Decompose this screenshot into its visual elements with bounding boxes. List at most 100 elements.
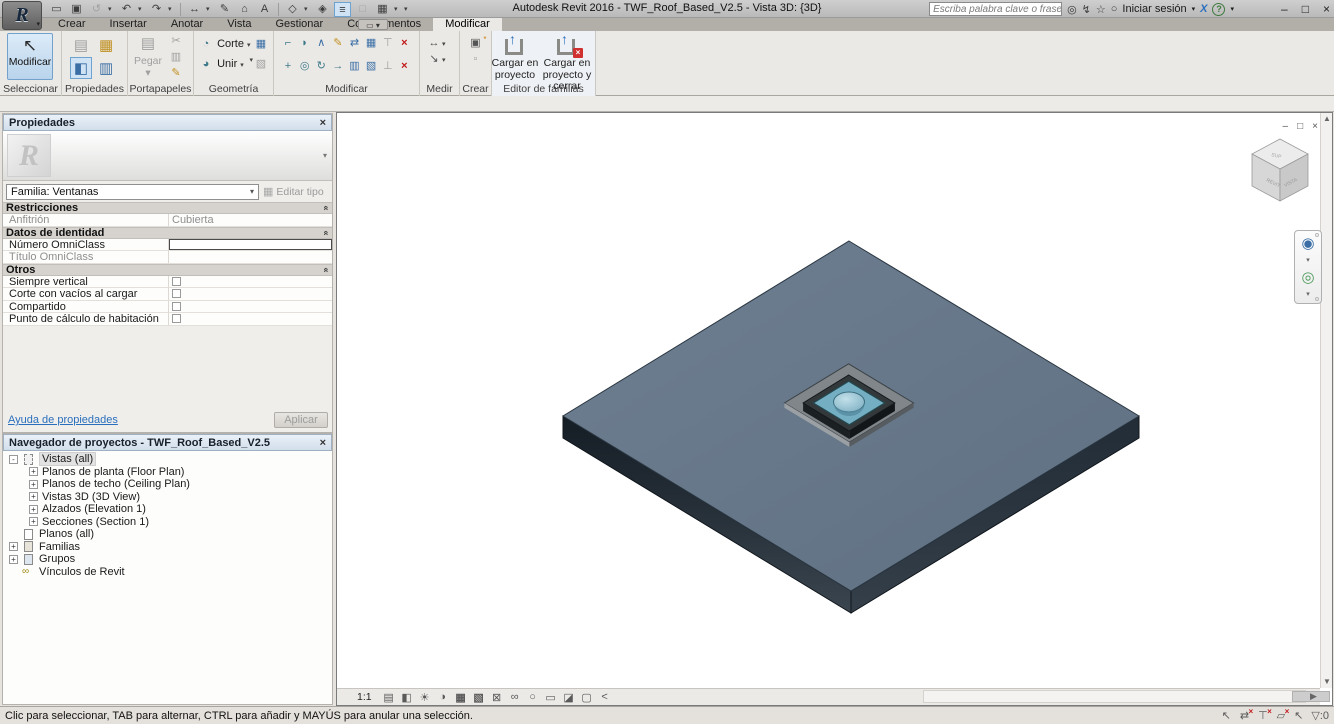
copy-element-icon[interactable]: ◎ bbox=[297, 58, 313, 74]
delete-icon[interactable]: × bbox=[396, 58, 412, 74]
compartido-checkbox[interactable] bbox=[172, 302, 181, 311]
tree-item-vistas[interactable]: - Vistas (all) bbox=[3, 453, 332, 466]
measure-along-icon[interactable]: ↘ bbox=[426, 51, 442, 67]
punto-calculo-checkbox[interactable] bbox=[172, 314, 181, 323]
drag-on-selection-icon[interactable]: ↖ bbox=[1294, 709, 1303, 722]
section-restricciones[interactable]: Restricciones« bbox=[3, 202, 332, 214]
type-preview-caret-icon[interactable]: ▾ bbox=[323, 151, 327, 160]
view-close-icon[interactable]: × bbox=[1312, 121, 1318, 132]
omniclass-number-input[interactable] bbox=[169, 239, 332, 251]
array-linear-icon[interactable]: ▥ bbox=[347, 58, 363, 74]
scroll-right-icon[interactable]: ▶ bbox=[1307, 690, 1320, 703]
minimize-button[interactable]: – bbox=[1281, 2, 1288, 16]
select-links-icon[interactable]: ↖ bbox=[1222, 709, 1231, 722]
expand-icon[interactable]: + bbox=[29, 467, 38, 476]
scale-icon[interactable]: ▧ bbox=[363, 58, 379, 74]
tree-item-planos-techo[interactable]: + Planos de techo (Ceiling Plan) bbox=[3, 478, 332, 491]
tree-item-planos[interactable]: Planos (all) bbox=[3, 528, 332, 541]
exchange-apps-icon[interactable]: X bbox=[1200, 3, 1207, 15]
wheel-caret-icon[interactable]: ▾ bbox=[1295, 257, 1321, 265]
temporary-hide-isolate-icon[interactable]: ∞ bbox=[508, 691, 522, 703]
drawing-area[interactable]: REVIT VISTA SUP – □ × ▲ ▼ ◉ ▾ ◎ ▾ 1:1 ▤ … bbox=[336, 112, 1333, 706]
tab-modificar[interactable]: Modificar bbox=[433, 18, 502, 31]
tree-item-grupos[interactable]: + Grupos bbox=[3, 553, 332, 566]
unpin-icon[interactable]: × bbox=[396, 35, 412, 51]
offset-icon[interactable]: ◗ bbox=[297, 35, 313, 51]
tree-item-familias[interactable]: + Familias bbox=[3, 541, 332, 554]
scale-button[interactable]: 1:1 bbox=[357, 691, 372, 703]
tab-vista[interactable]: Vista bbox=[215, 18, 263, 31]
corte-vacios-checkbox[interactable] bbox=[172, 289, 181, 298]
horizontal-scrollbar[interactable] bbox=[923, 690, 1306, 703]
tree-item-planos-planta[interactable]: + Planos de planta (Floor Plan) bbox=[3, 466, 332, 479]
scroll-up-icon[interactable]: ▲ bbox=[1321, 113, 1333, 125]
favorites-star-icon[interactable]: ☆ bbox=[1096, 3, 1106, 16]
family-types-grid-icon[interactable]: ▥ bbox=[95, 58, 117, 80]
rotate-icon[interactable]: ↻ bbox=[313, 58, 329, 74]
expand-icon[interactable]: + bbox=[9, 542, 18, 551]
tab-anotar[interactable]: Anotar bbox=[159, 18, 215, 31]
close-button[interactable]: × bbox=[1323, 2, 1330, 16]
restore-button[interactable]: □ bbox=[1302, 2, 1309, 16]
tree-item-vistas-3d[interactable]: + Vistas 3D (3D View) bbox=[3, 491, 332, 504]
detail-level-icon[interactable]: ▤ bbox=[382, 691, 396, 704]
analytical-model-icon[interactable]: ◪ bbox=[562, 691, 576, 704]
create-similar-icon[interactable]: ▫ bbox=[468, 51, 484, 67]
subscription-icon[interactable]: ↯ bbox=[1082, 3, 1091, 16]
properties-toggle-icon[interactable]: ◧ bbox=[70, 57, 92, 79]
view-minimize-icon[interactable]: – bbox=[1283, 121, 1289, 132]
family-category-icon[interactable]: ▤ bbox=[70, 35, 92, 57]
filter-button[interactable]: ▽ :0 bbox=[1311, 709, 1329, 722]
load-into-project-button[interactable]: ↑ Cargar en proyecto bbox=[486, 33, 544, 81]
section-otros[interactable]: Otros« bbox=[3, 264, 332, 276]
expand-icon[interactable]: + bbox=[9, 555, 18, 564]
pin-icon[interactable]: ⊤ bbox=[380, 35, 396, 51]
modify-tool-button[interactable]: ↖ Modificar bbox=[7, 33, 53, 80]
sun-path-icon[interactable]: ☀ bbox=[418, 691, 432, 704]
collapse-vcb-icon[interactable]: < bbox=[598, 691, 612, 703]
sign-in-caret-icon[interactable]: ▾ bbox=[1192, 5, 1196, 13]
reveal-hidden-icon[interactable]: ○ bbox=[526, 691, 540, 703]
zoom-tool-icon[interactable]: ◎ bbox=[1295, 265, 1321, 291]
select-underlay-icon[interactable]: ⇄× bbox=[1240, 709, 1249, 722]
lock-3d-view-icon[interactable]: ⊠ bbox=[490, 691, 504, 704]
trim-icon[interactable]: → bbox=[330, 58, 346, 74]
array-icon[interactable]: ▦ bbox=[363, 35, 379, 51]
family-types-icon[interactable]: ▦ bbox=[95, 35, 117, 57]
join-geometry-icon[interactable]: ◕ bbox=[198, 56, 214, 72]
view-restore-icon[interactable]: □ bbox=[1297, 121, 1303, 132]
align-icon[interactable]: ⌐ bbox=[280, 35, 296, 51]
mirror-icon[interactable]: ⇄ bbox=[347, 35, 363, 51]
tree-item-alzados[interactable]: + Alzados (Elevation 1) bbox=[3, 503, 332, 516]
scroll-down-icon[interactable]: ▼ bbox=[1321, 676, 1333, 688]
tab-crear[interactable]: Crear bbox=[46, 18, 98, 31]
select-pinned-icon[interactable]: ⊤× bbox=[1258, 709, 1268, 722]
split-element-icon[interactable]: ∧ bbox=[313, 35, 329, 51]
cut-geometry-icon[interactable]: ◔ bbox=[198, 36, 214, 52]
search-input[interactable]: Escriba palabra clave o frase bbox=[929, 2, 1062, 16]
search-icon[interactable]: ◎ bbox=[1067, 3, 1077, 16]
application-menu-button[interactable]: R ▾ bbox=[2, 1, 42, 30]
help-caret-icon[interactable]: ▾ bbox=[1230, 5, 1234, 13]
collapse-icon[interactable]: - bbox=[9, 455, 18, 464]
siempre-vertical-checkbox[interactable] bbox=[172, 277, 181, 286]
visual-style-icon[interactable]: ◧ bbox=[400, 691, 414, 704]
crop-view-icon[interactable]: ▦ bbox=[454, 691, 468, 704]
properties-close-icon[interactable]: × bbox=[320, 117, 326, 129]
geometry-aux2-icon[interactable]: ▧ bbox=[253, 56, 269, 72]
create-group-icon[interactable]: ▣* bbox=[468, 35, 484, 51]
select-by-face-icon[interactable]: ▱× bbox=[1277, 709, 1285, 722]
tree-item-secciones[interactable]: + Secciones (Section 1) bbox=[3, 516, 332, 529]
move-icon[interactable]: + bbox=[280, 58, 296, 74]
vertical-scrollbar[interactable]: ▲ ▼ bbox=[1320, 113, 1332, 688]
type-preview[interactable]: R ▾ bbox=[3, 131, 332, 181]
family-selector[interactable]: Familia: Ventanas ▾ bbox=[6, 184, 259, 200]
project-browser-close-icon[interactable]: × bbox=[320, 437, 326, 449]
tab-gestionar[interactable]: Gestionar bbox=[264, 18, 336, 31]
measure-between-icon[interactable]: ↔ bbox=[426, 35, 442, 51]
displacement-icon[interactable]: ▢ bbox=[580, 691, 594, 704]
tree-item-vinculos[interactable]: ∞ Vínculos de Revit bbox=[3, 566, 332, 579]
expand-icon[interactable]: + bbox=[29, 492, 38, 501]
minimize-ribbon-button[interactable]: ▭ ▾ bbox=[358, 19, 388, 30]
section-datos-identidad[interactable]: Datos de identidad« bbox=[3, 227, 332, 239]
